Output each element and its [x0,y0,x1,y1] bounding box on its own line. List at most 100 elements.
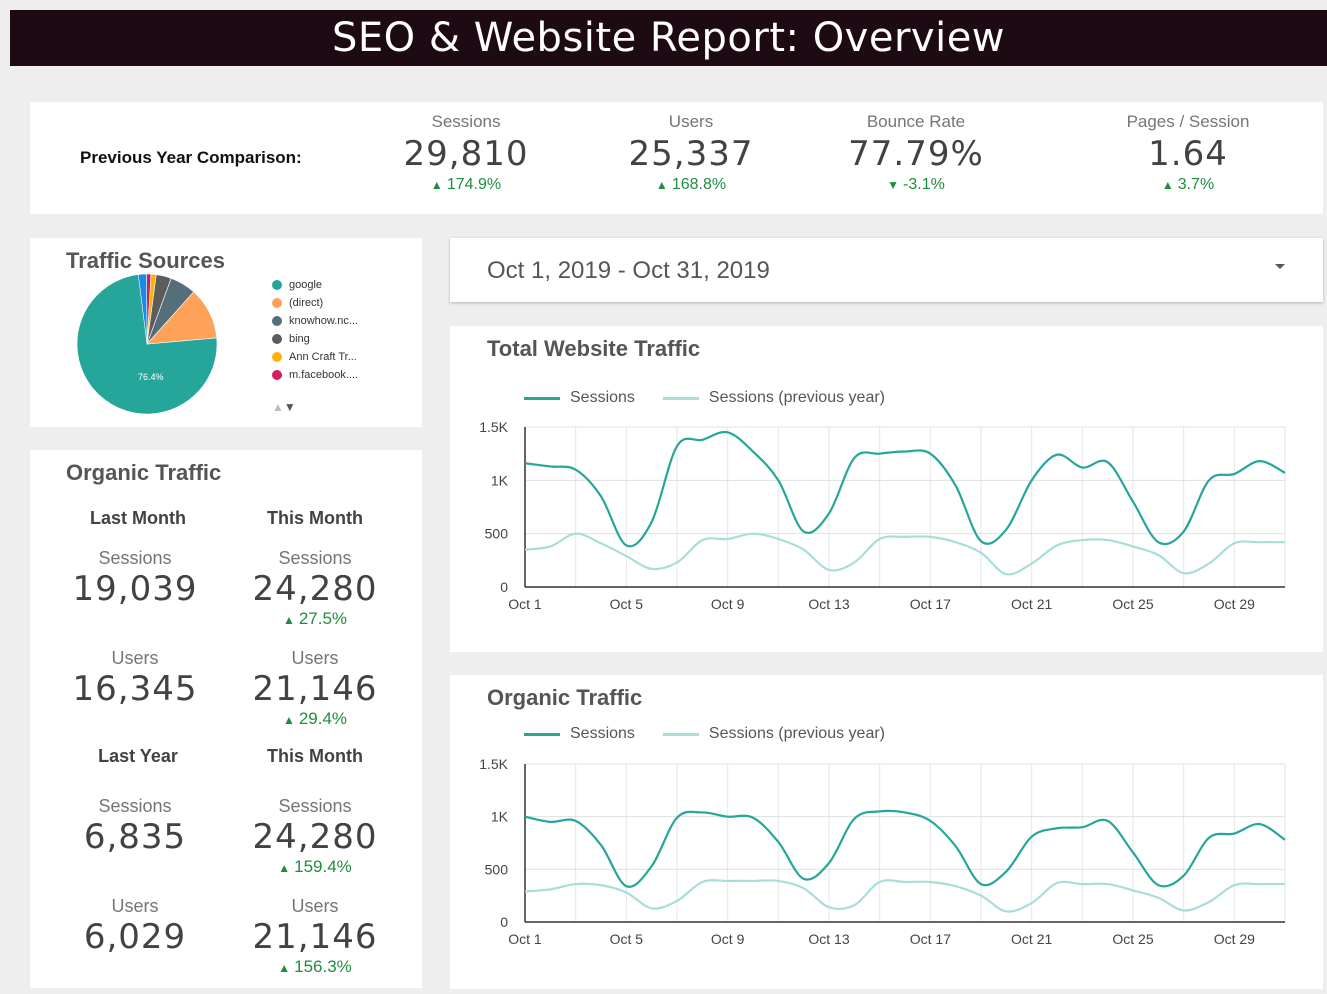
x-tick-label: Oct 9 [711,931,745,947]
traffic-sources-card: Traffic Sources 76.4% google (direct) kn… [30,238,422,427]
y-tick-label: 1K [491,809,509,825]
arrow-up-icon: ▲ [278,861,291,875]
organic-traffic-line-chart[interactable]: 0 500 1K 1.5K Oct 1 Oct 5 Oct 9 Oct 13 Oct 17 Oct… [450,675,1323,989]
arrow-up-icon: ▲ [278,961,291,975]
metric-label: Sessions [278,796,352,816]
legend-label: google [289,279,323,291]
x-tick-label: Oct 9 [711,596,745,612]
metric-change-value: 156.3% [294,957,352,976]
kpi-comparison-label: Previous Year Comparison: [80,148,302,167]
y-tick-label: 0 [500,914,508,930]
pager-up-icon[interactable]: ▲ [272,400,284,414]
metric-label: Sessions [98,796,172,816]
legend-dot [272,352,282,362]
x-tick-label: Oct 1 [508,931,542,947]
legend-item[interactable]: knowhow.nc... [272,312,358,330]
metric-change: ▲ 159.4% [215,857,415,877]
pie-slice-label: 76.4% [138,372,164,382]
legend-item[interactable]: Ann Craft Tr... [272,348,358,366]
metric-label: Users [291,896,339,916]
legend-label: (direct) [289,297,324,309]
kpi-value: 77.79% [848,134,984,174]
kpi-change: ▲ 168.8% [581,176,801,194]
x-tick-label: Oct 5 [610,931,644,947]
legend-item[interactable]: (direct) [272,294,358,312]
metric-label: Users [111,896,159,916]
kpi-change: ▲ 3.7% [1078,176,1298,194]
arrow-up-icon: ▲ [282,613,295,627]
total-traffic-line-chart[interactable]: 0 500 1K 1.5K Oct 1 Oct 5 Oct 9 Oct 13 Oct 17 Oct… [450,326,1323,652]
metric-value: 24,280 [252,569,378,609]
metric-last-year-users: Users 6,029 [35,896,235,957]
x-tick-label: Oct 17 [910,596,951,612]
metric-this-month-sessions-2: Sessions 24,280 ▲ 159.4% [215,796,415,877]
legend-item[interactable]: m.facebook.... [272,366,358,384]
kpi-label: Sessions [431,112,501,131]
x-tick-label: Oct 17 [910,931,951,947]
pager-down-icon[interactable]: ▼ [284,400,296,414]
legend-dot [272,280,282,290]
kpi-pages-per-session: Pages / Session 1.64 ▲ 3.7% [1078,112,1298,194]
metric-last-month-sessions: Sessions 19,039 [35,548,235,609]
kpi-value: 25,337 [628,134,754,174]
organic-traffic-chart-card: Organic Traffic Sessions Sessions (previ… [450,675,1323,989]
metric-change-value: 159.4% [294,857,352,876]
kpi-change-value: -3.1% [903,176,945,193]
x-tick-label: Oct 21 [1011,596,1052,612]
kpi-change-value: 3.7% [1177,176,1215,193]
x-tick-label: Oct 1 [508,596,542,612]
traffic-sources-title: Traffic Sources [66,248,225,273]
metric-change: ▲ 29.4% [215,709,415,729]
metric-last-month-users: Users 16,345 [35,648,235,709]
arrow-up-icon: ▲ [1161,178,1174,192]
kpi-label: Users [668,112,714,131]
legend-item[interactable]: bing [272,330,358,348]
kpi-sessions: Sessions 29,810 ▲ 174.9% [356,112,576,194]
metric-label: Users [291,648,339,668]
metric-change: ▲ 27.5% [215,609,415,629]
x-tick-label: Oct 25 [1112,931,1153,947]
traffic-sources-pie[interactable]: 76.4% [60,274,260,424]
total-traffic-card: Total Website Traffic Sessions Sessions … [450,326,1323,652]
metric-change-value: 29.4% [298,709,348,728]
series-line-sessions[interactable] [524,430,1286,548]
metric-value: 21,146 [252,669,378,709]
caret-down-icon[interactable] [1275,264,1285,269]
kpi-bounce-rate: Bounce Rate 77.79% ▼ -3.1% [806,112,1026,194]
legend-item[interactable]: google [272,276,358,294]
kpi-card: Previous Year Comparison: Sessions 29,81… [30,102,1323,214]
metric-change: ▲ 156.3% [215,957,415,977]
metric-change-value: 27.5% [298,609,348,628]
metric-value: 21,146 [252,917,378,957]
kpi-value: 29,810 [403,134,529,174]
x-tick-label: Oct 25 [1112,596,1153,612]
series-line-sessions[interactable] [524,809,1286,888]
kpi-label: Bounce Rate [866,112,966,131]
organic-traffic-title: Organic Traffic [66,460,222,485]
kpi-change-value: 174.9% [446,176,502,193]
legend-dot [272,370,282,380]
x-tick-label: Oct 5 [610,596,644,612]
legend-dot [272,316,282,326]
x-tick-label: Oct 13 [808,931,849,947]
y-tick-label: 1.5K [479,756,508,772]
kpi-label: Pages / Session [1126,112,1250,131]
arrow-down-icon: ▼ [887,178,900,192]
metric-last-year-sessions: Sessions 6,835 [35,796,235,857]
metric-value: 6,029 [83,917,187,957]
x-tick-label: Oct 21 [1011,931,1052,947]
date-range-picker[interactable]: Oct 1, 2019 - Oct 31, 2019 [450,238,1323,302]
legend-label: m.facebook.... [289,369,359,381]
metric-value: 19,039 [72,569,198,609]
metric-label: Sessions [278,548,352,568]
kpi-users: Users 25,337 ▲ 168.8% [581,112,801,194]
x-tick-label: Oct 29 [1214,931,1255,947]
legend-pager: ▲▼ [272,400,296,414]
metric-this-month-users: Users 21,146 ▲ 29.4% [215,648,415,729]
x-tick-label: Oct 13 [808,596,849,612]
kpi-value: 1.64 [1148,134,1228,174]
legend-label: bing [289,333,310,345]
legend-dot [272,334,282,344]
col-head-last-month: Last Month [90,508,186,528]
organic-traffic-card: Organic Traffic Last Month This Month Se… [30,450,422,988]
